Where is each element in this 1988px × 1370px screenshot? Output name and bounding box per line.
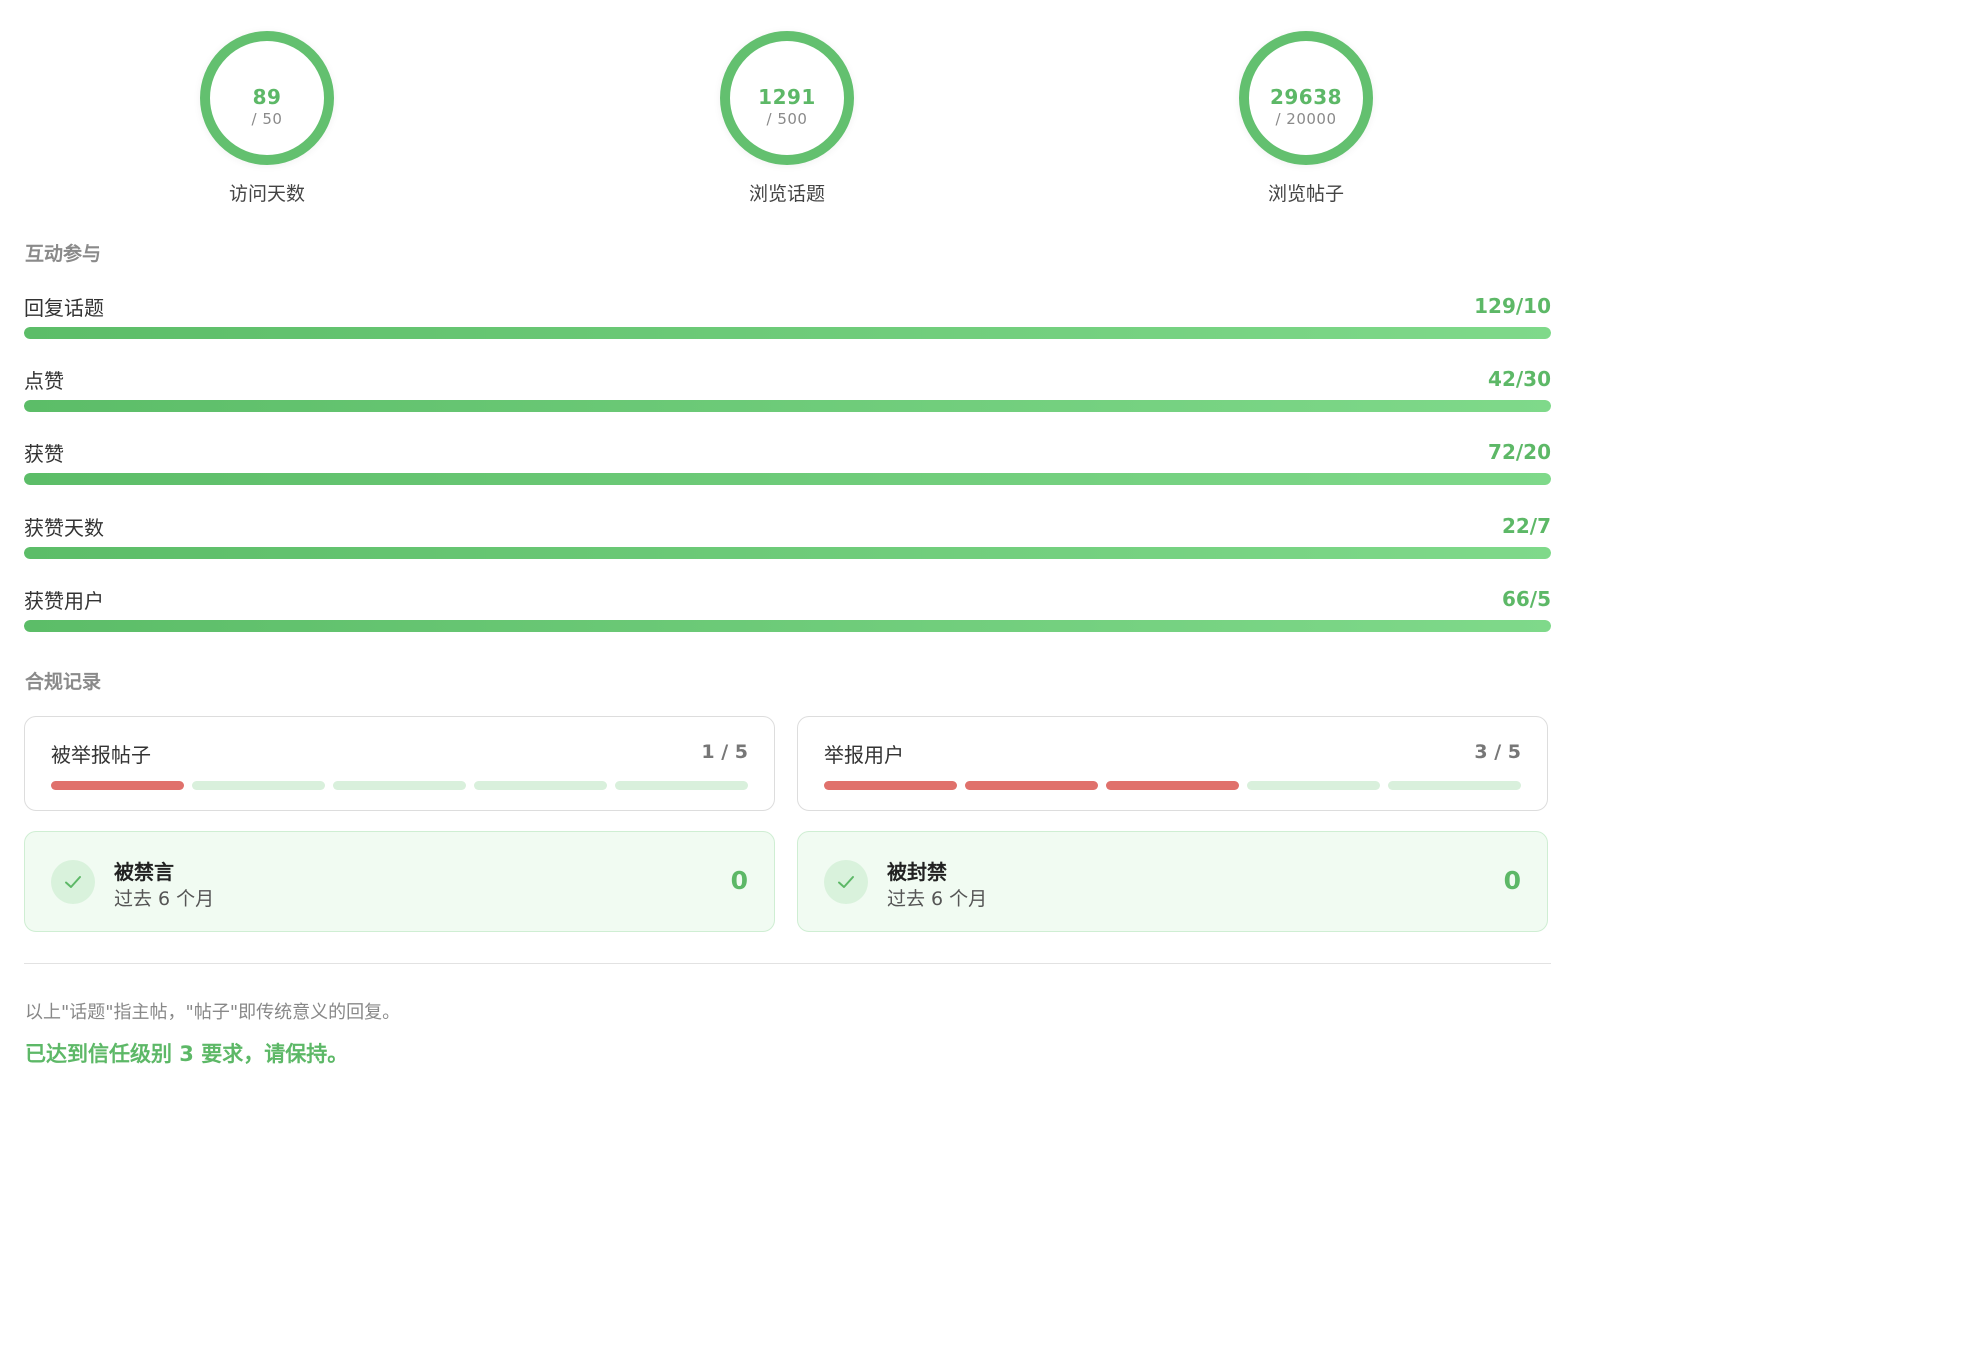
- segment-empty: [192, 781, 325, 790]
- compliance-heading: 合规记录: [25, 671, 102, 693]
- progress-track: [24, 327, 1551, 339]
- segment-bar: [824, 781, 1521, 790]
- segment-empty: [333, 781, 466, 790]
- trust-level-achievement: 已达到信任级别 3 要求，请保持。: [25, 1042, 349, 1066]
- progress-row-liked-days: 获赞天数 22/7: [24, 512, 1551, 562]
- reported-posts-card: 被举报帖子 1 / 5: [24, 716, 775, 811]
- progress-row-likes-given: 点赞 42/30: [24, 365, 1551, 415]
- ring-target: / 50: [251, 110, 283, 128]
- progress-label: 获赞用户: [24, 589, 104, 613]
- progress-track: [24, 620, 1551, 632]
- progress-row-replies: 回复话题 129/10: [24, 292, 1551, 342]
- divider: [24, 963, 1551, 964]
- progress-count: 129/10: [1474, 294, 1551, 318]
- status-value: 0: [730, 866, 748, 895]
- segment-empty: [615, 781, 748, 790]
- status-period: 过去 6 个月: [887, 888, 988, 910]
- ring-value: 29638: [1269, 85, 1343, 109]
- status-period: 过去 6 个月: [114, 888, 215, 910]
- progress-fill: [24, 400, 1551, 412]
- status-value: 0: [1503, 866, 1521, 895]
- circle-stat-posts-read: 29638 / 20000 浏览帖子: [1206, 31, 1406, 206]
- status-title: 被封禁: [887, 860, 947, 884]
- segment-filled: [965, 781, 1098, 790]
- ring-target: / 20000: [1275, 110, 1337, 128]
- segment-bar: [51, 781, 748, 790]
- silenced-card: 被禁言 过去 6 个月 0: [24, 831, 775, 932]
- progress-row-likes-received: 获赞 72/20: [24, 438, 1551, 488]
- engagement-heading: 互动参与: [25, 243, 102, 265]
- footnote: 以上"话题"指主帖，"帖子"即传统意义的回复。: [25, 1002, 401, 1023]
- progress-fill: [24, 620, 1551, 632]
- progress-ring: 29638 / 20000: [1239, 31, 1373, 165]
- progress-row-liked-users: 获赞用户 66/5: [24, 585, 1551, 635]
- check-icon: [51, 860, 95, 904]
- report-title: 举报用户: [824, 743, 904, 767]
- circle-stat-topics-viewed: 1291 / 500 浏览话题: [687, 31, 887, 206]
- trust-level-requirements: 89 / 50 访问天数 1291 / 500 浏览话题 29638 / 200…: [0, 0, 1569, 1090]
- ring-label: 浏览话题: [748, 183, 825, 205]
- report-count: 3 / 5: [1474, 741, 1521, 763]
- progress-track: [24, 400, 1551, 412]
- progress-ring: 89 / 50: [200, 31, 334, 165]
- segment-empty: [474, 781, 607, 790]
- status-title: 被禁言: [114, 860, 174, 884]
- reported-users-card: 举报用户 3 / 5: [797, 716, 1548, 811]
- progress-track: [24, 547, 1551, 559]
- segment-filled: [51, 781, 184, 790]
- check-icon: [824, 860, 868, 904]
- segment-filled: [1106, 781, 1239, 790]
- progress-count: 22/7: [1501, 514, 1551, 538]
- progress-label: 回复话题: [24, 296, 104, 320]
- progress-fill: [24, 327, 1551, 339]
- progress-label: 点赞: [24, 369, 64, 393]
- report-count: 1 / 5: [701, 741, 748, 763]
- ring-label: 访问天数: [228, 183, 305, 205]
- segment-empty: [1388, 781, 1521, 790]
- ring-label: 浏览帖子: [1267, 183, 1344, 205]
- ring-target: / 500: [766, 110, 808, 128]
- progress-count: 72/20: [1488, 440, 1551, 464]
- report-title: 被举报帖子: [51, 743, 151, 767]
- progress-ring: 1291 / 500: [720, 31, 854, 165]
- progress-label: 获赞: [24, 442, 64, 466]
- progress-fill: [24, 547, 1551, 559]
- progress-track: [24, 473, 1551, 485]
- progress-count: 66/5: [1501, 587, 1551, 611]
- segment-empty: [1247, 781, 1380, 790]
- ring-value: 89: [252, 85, 282, 109]
- progress-label: 获赞天数: [24, 516, 104, 540]
- ring-value: 1291: [758, 85, 816, 109]
- circle-stat-visit-days: 89 / 50 访问天数: [167, 31, 367, 206]
- progress-count: 42/30: [1488, 367, 1551, 391]
- suspended-card: 被封禁 过去 6 个月 0: [797, 831, 1548, 932]
- segment-filled: [824, 781, 957, 790]
- progress-fill: [24, 473, 1551, 485]
